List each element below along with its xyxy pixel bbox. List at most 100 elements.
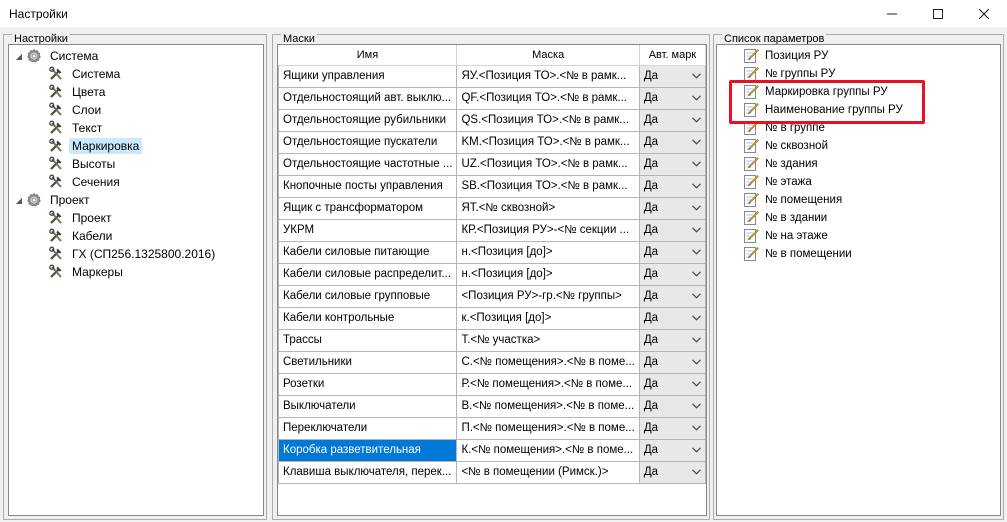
tree-item[interactable]: Маркировка: [47, 137, 143, 155]
auto-mark-combobox[interactable]: Да: [640, 396, 704, 416]
expand-arrow-icon[interactable]: ◢: [13, 52, 25, 61]
chevron-down-icon[interactable]: [687, 462, 704, 482]
chevron-down-icon[interactable]: [687, 440, 704, 460]
minimize-button[interactable]: [869, 0, 915, 27]
auto-mark-cell[interactable]: Да: [638, 174, 706, 198]
settings-tree[interactable]: ◢ Система Система Цвета Слои Текст Маркировка В…: [8, 44, 264, 516]
chevron-down-icon[interactable]: [687, 330, 704, 350]
auto-mark-combobox[interactable]: Да: [640, 198, 704, 218]
tree-item[interactable]: Проект: [47, 209, 115, 227]
mask-value-cell[interactable]: Т.<№ участка>: [456, 328, 640, 352]
table-row[interactable]: Выключатели В.<№ помещения>.<№ в поме... Д…: [278, 394, 706, 418]
column-header-auto[interactable]: Авт. марк: [639, 45, 706, 66]
auto-mark-cell[interactable]: Да: [638, 86, 706, 110]
table-row[interactable]: УКРМ КР.<Позиция РУ>-<№ секции ... Да: [278, 218, 706, 242]
chevron-down-icon[interactable]: [687, 374, 704, 394]
param-list-item[interactable]: № помещения: [743, 191, 842, 209]
tree-item[interactable]: Система: [47, 65, 123, 83]
table-row[interactable]: Ящики управления ЯУ.<Позиция ТО>.<№ в рам…: [278, 64, 706, 88]
table-row[interactable]: Ящик с трансформатором ЯТ.<№ сквозной> Да: [278, 196, 706, 220]
mask-value-cell[interactable]: н.<Позиция [до]>: [456, 262, 640, 286]
table-row[interactable]: Коробка разветвительная К.<№ помещения>.<…: [278, 438, 706, 462]
chevron-down-icon[interactable]: [687, 110, 704, 130]
mask-value-cell[interactable]: UZ.<Позиция ТО>.<№ в рамк...: [456, 152, 640, 176]
tree-group-node[interactable]: ◢ Проект: [13, 191, 93, 209]
tree-item[interactable]: Высоты: [47, 155, 118, 173]
mask-name-cell[interactable]: Клавиша выключателя, перек...: [278, 460, 458, 484]
auto-mark-combobox[interactable]: Да: [640, 132, 704, 152]
chevron-down-icon[interactable]: [687, 418, 704, 438]
tree-item[interactable]: Цвета: [47, 83, 108, 101]
auto-mark-combobox[interactable]: Да: [640, 440, 704, 460]
table-row[interactable]: Кабели контрольные к.<Позиция [до]> Да: [278, 306, 706, 330]
auto-mark-cell[interactable]: Да: [638, 394, 706, 418]
auto-mark-combobox[interactable]: Да: [640, 374, 704, 394]
tree-item[interactable]: ГХ (СП256.1325800.2016): [47, 245, 218, 263]
chevron-down-icon[interactable]: [687, 220, 704, 240]
table-row[interactable]: Переключатели П.<№ помещения>.<№ в поме..…: [278, 416, 706, 440]
mask-name-cell[interactable]: Кабели силовые распределит...: [278, 262, 458, 286]
auto-mark-combobox[interactable]: Да: [640, 286, 704, 306]
tree-item[interactable]: Слои: [47, 101, 104, 119]
masks-grid[interactable]: Имя Маска Авт. марк Ящики управления ЯУ.<…: [277, 44, 707, 516]
mask-value-cell[interactable]: П.<№ помещения>.<№ в поме...: [456, 416, 640, 440]
chevron-down-icon[interactable]: [687, 88, 704, 108]
table-row[interactable]: Отдельностоящие частотные ... UZ.<Позиция…: [278, 152, 706, 176]
mask-name-cell[interactable]: Коробка разветвительная: [278, 438, 458, 462]
auto-mark-combobox[interactable]: Да: [640, 352, 704, 372]
chevron-down-icon[interactable]: [687, 132, 704, 152]
auto-mark-combobox[interactable]: Да: [640, 88, 704, 108]
chevron-down-icon[interactable]: [687, 176, 704, 196]
chevron-down-icon[interactable]: [687, 242, 704, 262]
tree-group-node[interactable]: ◢ Система: [13, 47, 101, 65]
mask-name-cell[interactable]: Отдельностоящие частотные ...: [278, 152, 458, 176]
tree-item[interactable]: Маркеры: [47, 263, 126, 281]
mask-value-cell[interactable]: В.<№ помещения>.<№ в поме...: [456, 394, 640, 418]
auto-mark-combobox[interactable]: Да: [640, 418, 704, 438]
auto-mark-cell[interactable]: Да: [638, 152, 706, 176]
table-row[interactable]: Розетки Р.<№ помещения>.<№ в поме... Да: [278, 372, 706, 396]
auto-mark-cell[interactable]: Да: [638, 196, 706, 220]
chevron-down-icon[interactable]: [687, 198, 704, 218]
mask-name-cell[interactable]: Трассы: [278, 328, 458, 352]
mask-value-cell[interactable]: Р.<№ помещения>.<№ в поме...: [456, 372, 640, 396]
param-list-item[interactable]: № на этаже: [743, 227, 828, 245]
auto-mark-cell[interactable]: Да: [638, 240, 706, 264]
column-header-mask[interactable]: Маска: [456, 45, 640, 66]
table-row[interactable]: Кабели силовые распределит... н.<Позиция …: [278, 262, 706, 286]
auto-mark-combobox[interactable]: Да: [640, 220, 704, 240]
auto-mark-cell[interactable]: Да: [638, 350, 706, 374]
auto-mark-cell[interactable]: Да: [638, 416, 706, 440]
auto-mark-cell[interactable]: Да: [638, 438, 706, 462]
auto-mark-combobox[interactable]: Да: [640, 264, 704, 284]
param-list-item[interactable]: № этажа: [743, 173, 812, 191]
chevron-down-icon[interactable]: [687, 286, 704, 306]
tree-item[interactable]: Сечения: [47, 173, 123, 191]
mask-value-cell[interactable]: К.<№ помещения>.<№ в поме...: [456, 438, 640, 462]
mask-value-cell[interactable]: н.<Позиция [до]>: [456, 240, 640, 264]
mask-name-cell[interactable]: Отдельностоящие рубильники: [278, 108, 458, 132]
column-header-name[interactable]: Имя: [278, 45, 458, 66]
chevron-down-icon[interactable]: [687, 154, 704, 174]
chevron-down-icon[interactable]: [687, 308, 704, 328]
chevron-down-icon[interactable]: [687, 396, 704, 416]
tree-item[interactable]: Кабели: [47, 227, 115, 245]
maximize-button[interactable]: [915, 0, 961, 27]
auto-mark-combobox[interactable]: Да: [640, 176, 704, 196]
auto-mark-cell[interactable]: Да: [638, 460, 706, 484]
mask-name-cell[interactable]: Кабели силовые питающие: [278, 240, 458, 264]
chevron-down-icon[interactable]: [687, 352, 704, 372]
param-list-item[interactable]: № здания: [743, 155, 818, 173]
param-list-item[interactable]: № сквозной: [743, 137, 828, 155]
mask-value-cell[interactable]: КР.<Позиция РУ>-<№ секции ...: [456, 218, 640, 242]
auto-mark-combobox[interactable]: Да: [640, 308, 704, 328]
mask-value-cell[interactable]: QF.<Позиция ТО>.<№ в рамк...: [456, 86, 640, 110]
auto-mark-cell[interactable]: Да: [638, 64, 706, 88]
auto-mark-cell[interactable]: Да: [638, 218, 706, 242]
mask-value-cell[interactable]: С.<№ помещения>.<№ в поме...: [456, 350, 640, 374]
close-button[interactable]: [961, 0, 1007, 27]
tree-item[interactable]: Текст: [47, 119, 105, 137]
auto-mark-combobox[interactable]: Да: [640, 154, 704, 174]
param-list-item[interactable]: № в здании: [743, 209, 827, 227]
expand-arrow-icon[interactable]: ◢: [13, 196, 25, 205]
